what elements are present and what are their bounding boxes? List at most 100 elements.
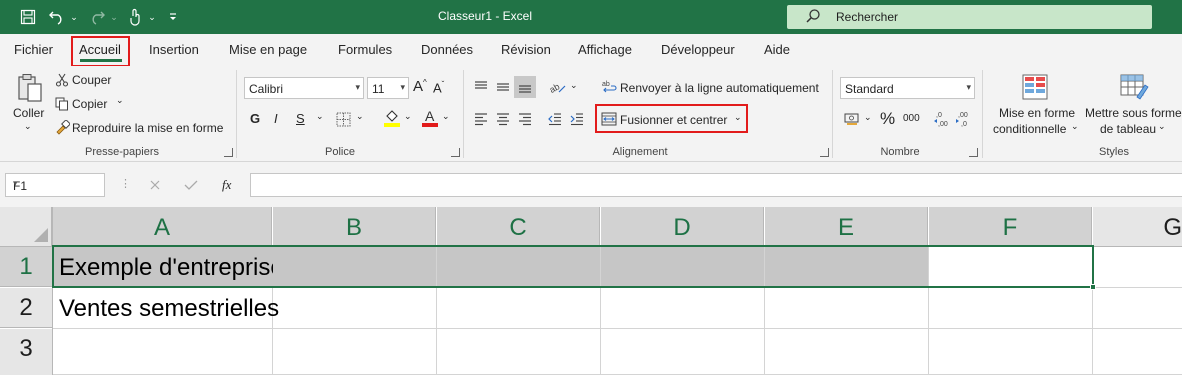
font-color-dropdown-icon[interactable]: ⌄ (442, 111, 450, 122)
search-box[interactable]: Rechercher (787, 5, 1152, 29)
orientation-dropdown-icon[interactable]: ⌄ (570, 80, 578, 91)
name-box[interactable]: F1 ▾ (5, 173, 105, 197)
column-header-b[interactable]: B (273, 207, 436, 246)
italic-button[interactable]: I (274, 111, 278, 126)
number-launcher-icon[interactable] (969, 148, 978, 157)
cell-d3[interactable] (601, 329, 765, 375)
format-as-table-label-line1[interactable]: Mettre sous forme (1085, 106, 1182, 120)
copy-label[interactable]: Copier (72, 97, 107, 111)
cell-e3[interactable] (765, 329, 929, 375)
cell-g2[interactable] (1093, 288, 1182, 329)
paste-label[interactable]: Coller (13, 106, 44, 120)
column-header-a[interactable]: A (53, 207, 272, 246)
cut-label[interactable]: Couper (72, 73, 111, 87)
cell-a3[interactable] (53, 329, 273, 375)
format-as-table-label-line2[interactable]: de tableau (1100, 122, 1156, 136)
undo-dropdown-icon[interactable]: ⌄ (68, 8, 80, 26)
alignment-launcher-icon[interactable] (820, 148, 829, 157)
decrease-indent-icon[interactable] (546, 110, 564, 128)
format-painter-icon[interactable] (54, 119, 70, 135)
tab-revision[interactable]: Révision (501, 42, 551, 57)
align-left-icon[interactable] (472, 110, 490, 128)
wrap-text-icon[interactable]: ab (601, 78, 619, 96)
font-launcher-icon[interactable] (451, 148, 460, 157)
cell-f2[interactable] (929, 288, 1093, 329)
cell-b3[interactable] (273, 329, 437, 375)
copy-dropdown-icon[interactable]: ⌄ (116, 95, 124, 106)
column-header-d[interactable]: D (601, 207, 764, 246)
tab-aide[interactable]: Aide (764, 42, 790, 57)
align-center-icon[interactable] (494, 110, 512, 128)
row-header-3[interactable]: 3 (0, 329, 52, 375)
orientation-icon[interactable]: ab (548, 78, 568, 96)
tab-developpeur[interactable]: Développeur (661, 42, 735, 57)
borders-icon[interactable] (334, 110, 352, 128)
tab-fichier[interactable]: Fichier (14, 42, 53, 57)
borders-dropdown-icon[interactable]: ⌄ (356, 111, 364, 122)
cancel-formula-icon[interactable] (146, 176, 164, 194)
customize-qat-icon[interactable] (166, 8, 180, 26)
formula-input[interactable] (250, 173, 1182, 197)
undo-icon[interactable] (46, 8, 68, 26)
align-top-icon[interactable] (472, 78, 490, 96)
decrease-font-size-icon[interactable]: Aˇ (433, 80, 444, 95)
format-as-table-dropdown-icon[interactable]: ⌄ (1158, 121, 1166, 132)
copy-icon[interactable] (54, 96, 70, 112)
font-name-dropdown[interactable]: Calibri ▾ (244, 77, 364, 99)
paste-icon[interactable] (14, 72, 46, 106)
tab-insertion[interactable]: Insertion (149, 42, 199, 57)
save-icon[interactable] (18, 8, 38, 26)
decrease-decimal-icon[interactable]: ,00,0 (954, 108, 974, 130)
enter-formula-icon[interactable] (182, 176, 200, 194)
cell-c2[interactable] (437, 288, 601, 329)
increase-indent-icon[interactable] (568, 110, 586, 128)
row-header-2[interactable]: 2 (0, 288, 52, 328)
paste-dropdown-icon[interactable]: ⌄ (24, 121, 32, 132)
underline-button[interactable]: S (296, 111, 305, 126)
cut-icon[interactable] (54, 72, 70, 88)
font-size-dropdown[interactable]: 11 ▾ (367, 77, 409, 99)
underline-dropdown-icon[interactable]: ⌄ (316, 111, 324, 122)
bold-button[interactable]: G (250, 111, 260, 126)
cell-f3[interactable] (929, 329, 1093, 375)
cell-c3[interactable] (437, 329, 601, 375)
insert-function-button[interactable]: fx (222, 177, 231, 193)
increase-font-size-icon[interactable]: A^ (413, 78, 427, 95)
align-middle-icon[interactable] (494, 78, 512, 96)
tab-donnees[interactable]: Données (421, 42, 473, 57)
format-painter-label[interactable]: Reproduire la mise en forme (72, 121, 223, 135)
fill-handle[interactable] (1090, 284, 1096, 290)
accounting-format-icon[interactable] (843, 110, 861, 128)
percent-button[interactable]: % (880, 109, 895, 129)
cell-e2[interactable] (765, 288, 929, 329)
format-as-table-icon[interactable] (1118, 72, 1150, 102)
thousands-separator-button[interactable]: 000 (903, 113, 920, 124)
align-bottom-icon[interactable] (514, 76, 536, 98)
fill-color-dropdown-icon[interactable]: ⌄ (404, 111, 412, 122)
tab-affichage[interactable]: Affichage (578, 42, 632, 57)
column-header-g[interactable]: G (1093, 207, 1182, 246)
increase-decimal-icon[interactable]: ,0,00 (932, 108, 952, 130)
clipboard-launcher-icon[interactable] (224, 148, 233, 157)
column-header-c[interactable]: C (437, 207, 600, 246)
conditional-formatting-label-line2[interactable]: conditionnelle (993, 122, 1066, 136)
cell-g3[interactable] (1093, 329, 1182, 375)
conditional-formatting-icon[interactable] (1020, 72, 1050, 102)
column-header-f[interactable]: F (929, 207, 1092, 246)
tab-mise-en-page[interactable]: Mise en page (229, 42, 307, 57)
touch-dropdown-icon[interactable]: ⌄ (146, 8, 158, 26)
conditional-formatting-dropdown-icon[interactable]: ⌄ (1071, 121, 1079, 132)
wrap-text-label[interactable]: Renvoyer à la ligne automatiquement (620, 81, 819, 95)
touch-mode-icon[interactable] (124, 8, 146, 26)
tab-formules[interactable]: Formules (338, 42, 392, 57)
redo-dropdown-icon[interactable]: ⌄ (108, 8, 120, 26)
fill-color-icon[interactable] (382, 108, 402, 128)
font-color-icon[interactable]: A (420, 108, 440, 128)
cell-b2[interactable] (273, 288, 437, 329)
redo-icon[interactable] (86, 8, 108, 26)
accounting-dropdown-icon[interactable]: ⌄ (864, 112, 872, 123)
cell-a2[interactable]: Ventes semestrielles (53, 288, 279, 329)
align-right-icon[interactable] (516, 110, 534, 128)
row-header-1[interactable]: 1 (0, 247, 52, 287)
number-format-dropdown[interactable]: Standard ▾ (840, 77, 975, 99)
